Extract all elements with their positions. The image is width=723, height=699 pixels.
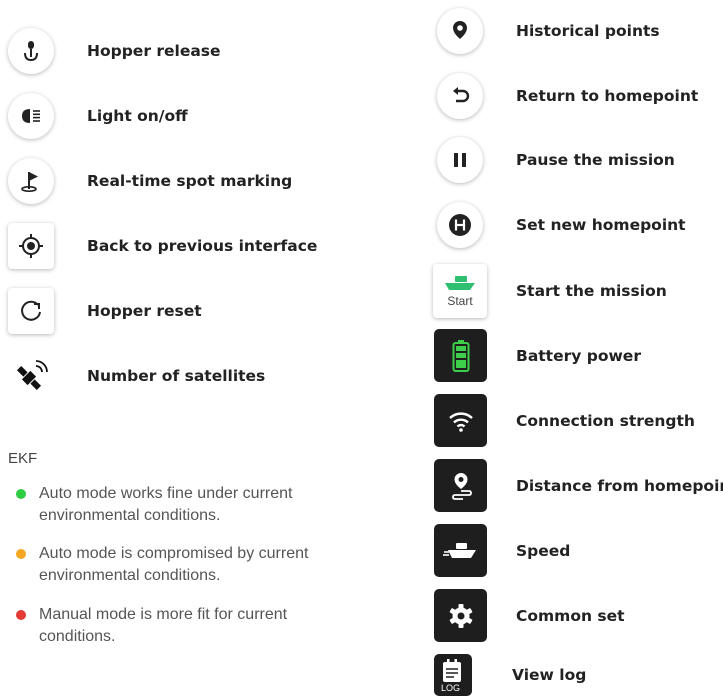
- legend-row-start-mission: Start Start the mission: [433, 264, 667, 318]
- start-badge-text: Start: [447, 294, 473, 308]
- legend-label: Back to previous interface: [87, 237, 318, 255]
- legend-row-satellites: Number of satellites: [8, 353, 265, 399]
- legend-row-spot-marking: Real-time spot marking: [8, 158, 292, 204]
- legend-label: Real-time spot marking: [87, 172, 293, 190]
- ekf-title: EKF: [8, 450, 38, 467]
- legend-label: Return to homepoint: [516, 87, 699, 105]
- log-badge-text: LOG: [441, 683, 460, 693]
- legend-label: Set new homepoint: [516, 216, 686, 234]
- legend-row-light: Light on/off: [8, 93, 188, 139]
- battery-icon: [434, 329, 487, 382]
- legend-label: Start the mission: [516, 282, 667, 300]
- legend-label: Historical points: [516, 22, 660, 40]
- gear-icon: [434, 589, 487, 642]
- legend-label: Light on/off: [87, 107, 188, 125]
- home-h-icon: [437, 202, 483, 248]
- legend-label: Speed: [516, 541, 571, 560]
- legend-row-hopper-release: Hopper release: [8, 28, 221, 74]
- legend-row-return-home: Return to homepoint: [437, 73, 698, 119]
- legend-label: Hopper release: [87, 42, 221, 60]
- speed-boat-icon: [434, 524, 487, 577]
- target-icon: [8, 223, 54, 269]
- location-pin-icon: [437, 8, 483, 54]
- ekf-text: Manual mode is more fit for current cond…: [39, 606, 288, 645]
- legend-label: Hopper reset: [87, 302, 202, 320]
- ekf-item-orange: Auto mode is compromised by current envi…: [16, 543, 356, 587]
- legend-label: Pause the mission: [516, 151, 675, 169]
- return-arrow-icon: [437, 73, 483, 119]
- legend-label: Distance from homepoint: [516, 476, 723, 495]
- legend-row-speed: Speed: [434, 524, 570, 577]
- legend-row-set-home: Set new homepoint: [437, 202, 686, 248]
- status-dot-red: [16, 610, 26, 620]
- wifi-icon: [434, 394, 487, 447]
- ekf-text: Auto mode is compromised by current envi…: [39, 545, 309, 584]
- hopper-release-icon: [8, 28, 54, 74]
- legend-row-battery: Battery power: [434, 329, 641, 382]
- legend-label: Common set: [516, 606, 625, 625]
- legend-row-historical-points: Historical points: [437, 8, 660, 54]
- log-icon: LOG: [434, 654, 472, 696]
- legend-row-distance: Distance from homepoint: [434, 459, 723, 512]
- satellite-icon: [8, 353, 54, 399]
- reset-icon: [8, 288, 54, 334]
- legend-row-connection: Connection strength: [434, 394, 695, 447]
- legend-row-hopper-reset: Hopper reset: [8, 288, 202, 334]
- status-dot-green: [16, 489, 26, 499]
- status-dot-orange: [16, 549, 26, 559]
- legend-row-view-log: LOG View log: [434, 654, 586, 696]
- legend-label: View log: [512, 666, 587, 684]
- ekf-item-red: Manual mode is more fit for current cond…: [16, 604, 356, 648]
- distance-pin-icon: [434, 459, 487, 512]
- light-icon: [8, 93, 54, 139]
- pause-icon: [437, 137, 483, 183]
- legend-label: Battery power: [516, 346, 641, 365]
- legend-label: Connection strength: [516, 411, 695, 430]
- legend-row-common-set: Common set: [434, 589, 625, 642]
- flag-icon: [8, 158, 54, 204]
- legend-label: Number of satellites: [87, 367, 266, 385]
- boat-start-icon: Start: [433, 264, 487, 318]
- ekf-text: Auto mode works fine under current envir…: [39, 485, 293, 524]
- legend-row-pause: Pause the mission: [437, 137, 675, 183]
- ekf-item-green: Auto mode works fine under current envir…: [16, 483, 356, 527]
- legend-row-back: Back to previous interface: [8, 223, 317, 269]
